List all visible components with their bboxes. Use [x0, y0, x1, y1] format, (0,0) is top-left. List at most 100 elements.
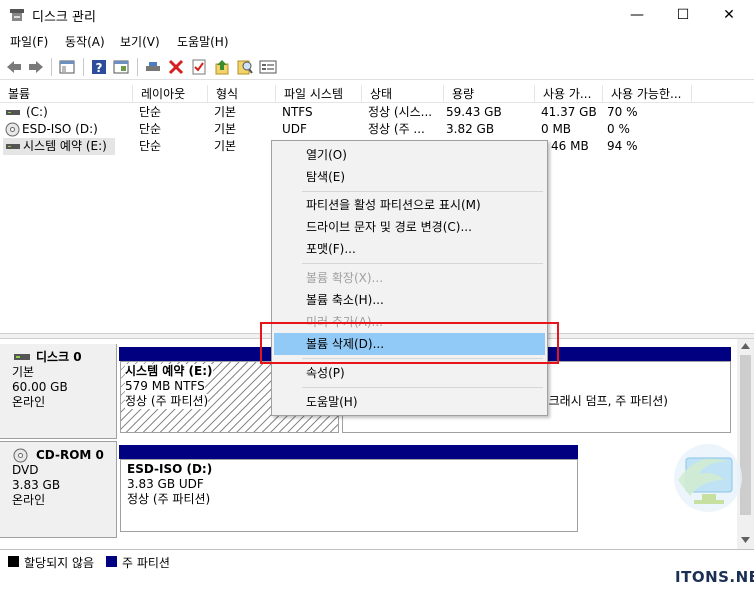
cell-percent-free: 0 % — [607, 122, 630, 136]
partition-name: 시스템 예약 (E:) — [125, 364, 213, 379]
cell-percent-free: 94 % — [607, 139, 638, 153]
disk-0-label[interactable]: 디스크 0 기본 60.00 GB 온라인 — [0, 344, 117, 439]
cell-filesystem: NTFS — [282, 105, 313, 119]
disk-type: DVD — [12, 463, 39, 477]
cell-capacity: 3.82 GB — [446, 122, 495, 136]
partition-size: 3.83 GB UDF — [127, 477, 204, 491]
menu-item-change-drive-letter[interactable]: 드라이브 문자 및 경로 변경(C)... — [274, 216, 545, 238]
disk-management-app-icon — [10, 9, 24, 21]
menu-item-shrink-volume[interactable]: 볼륨 축소(H)... — [274, 289, 545, 311]
legend-label: 주 파티션 — [122, 556, 170, 570]
menu-help[interactable]: 도움말(H) — [177, 33, 229, 50]
cell-capacity: 59.43 GB — [446, 105, 502, 119]
delete-x-icon[interactable] — [167, 58, 185, 76]
menu-item-open[interactable]: 열기(O) — [274, 144, 545, 166]
menu-separator — [302, 191, 543, 192]
cell-volume: 시스템 예약 (E:) — [23, 139, 107, 153]
connect-drive-icon[interactable] — [144, 58, 162, 76]
column-header-layout[interactable]: 레이아웃 — [133, 85, 208, 103]
settings-list-icon[interactable] — [259, 58, 277, 76]
column-header-status[interactable]: 상태 — [362, 85, 444, 103]
cell-volume: (C:) — [26, 105, 48, 119]
menu-file[interactable]: 파일(F) — [10, 33, 48, 50]
disk-size: 60.00 GB — [12, 380, 68, 394]
cell-status: 정상 (주 ... — [368, 122, 425, 136]
toolbar: ? — [0, 54, 754, 80]
menu-separator — [302, 263, 543, 264]
legend-swatch-primary — [106, 556, 117, 567]
partition-esd-iso[interactable]: ESD-ISO (D:) 3.83 GB UDF 정상 (주 파티션) — [120, 459, 578, 532]
legend-bar: 할당되지 않음 주 파티션 — [0, 549, 754, 573]
drive-icon — [6, 144, 20, 149]
menu-separator — [302, 387, 543, 388]
menu-view[interactable]: 보기(V) — [120, 33, 160, 50]
disk-state: 온라인 — [12, 395, 46, 409]
cell-status: 정상 (시스... — [368, 105, 433, 119]
back-arrow-icon[interactable] — [5, 58, 23, 76]
cell-free-space: 41.37 GB — [541, 105, 597, 119]
cell-volume: ESD-ISO (D:) — [22, 122, 98, 136]
toolbar-separator — [83, 58, 84, 76]
partition-size: 579 MB NTFS — [125, 379, 205, 394]
table-row[interactable]: ESD-ISO (D:) 단순 기본 UDF 정상 (주 ... 3.82 GB… — [0, 121, 754, 138]
legend-label: 할당되지 않음 — [24, 556, 95, 570]
disk-state: 온라인 — [12, 493, 46, 507]
drive-icon — [6, 110, 20, 115]
toolbar-separator — [137, 58, 138, 76]
toolbar-separator — [51, 58, 52, 76]
cell-free-space: 46 MB — [551, 139, 589, 153]
title-bar: 디스크 관리 — ☐ ✕ — [0, 0, 754, 30]
column-header-free-space[interactable]: 사용 가... — [535, 85, 603, 103]
minimize-button[interactable]: — — [614, 0, 660, 30]
column-header-type[interactable]: 형식 — [208, 85, 276, 103]
disk-type: 기본 — [12, 365, 35, 379]
search-icon[interactable] — [236, 58, 254, 76]
column-header-volume[interactable]: 볼륨 — [0, 85, 133, 103]
partition-status: 정상 (주 파티션) — [127, 492, 211, 506]
scroll-down-icon[interactable] — [741, 537, 750, 543]
menu-item-help[interactable]: 도움말(H) — [274, 391, 545, 413]
drive-icon — [14, 354, 30, 360]
up-arrow-icon[interactable] — [213, 58, 231, 76]
cell-layout: 단순 — [139, 105, 162, 119]
check-icon[interactable] — [190, 58, 208, 76]
annotation-highlight-box — [260, 322, 559, 364]
legend-swatch-unallocated — [8, 556, 19, 567]
cd-icon — [5, 122, 20, 137]
properties-pane-icon[interactable] — [58, 58, 76, 76]
menu-item-extend-volume[interactable]: 볼륨 확장(X)... — [274, 267, 545, 289]
scroll-up-icon[interactable] — [741, 343, 750, 349]
cd-icon — [13, 448, 28, 463]
partition-status: 정상 (주 파티션) — [125, 394, 209, 409]
table-row[interactable]: (C:) 단순 기본 NTFS 정상 (시스... 59.43 GB 41.37… — [0, 104, 754, 121]
partition-name: ESD-ISO (D:) — [127, 462, 213, 476]
menu-bar: 파일(F) 동작(A) 보기(V) 도움말(H) — [0, 30, 754, 52]
menu-item-format[interactable]: 포맷(F)... — [274, 238, 545, 260]
cell-type: 기본 — [214, 139, 237, 153]
disk-size: 3.83 GB — [12, 478, 61, 492]
column-header-capacity[interactable]: 용량 — [444, 85, 535, 103]
menu-item-mark-active[interactable]: 파티션을 활성 파티션으로 표시(M) — [274, 194, 545, 216]
column-header-filesystem[interactable]: 파일 시스템 — [276, 85, 362, 103]
forward-arrow-icon[interactable] — [27, 58, 45, 76]
cell-layout: 단순 — [139, 122, 162, 136]
column-header-percent-free[interactable]: 사용 가능한... — [603, 85, 692, 103]
volume-list-header: 볼륨 레이아웃 형식 파일 시스템 상태 용량 사용 가... 사용 가능한..… — [0, 85, 754, 103]
console-icon[interactable] — [112, 58, 130, 76]
help-icon[interactable]: ? — [90, 58, 108, 76]
cell-filesystem: UDF — [282, 122, 307, 136]
context-menu: 열기(O) 탐색(E) 파티션을 활성 파티션으로 표시(M) 드라이브 문자 … — [271, 140, 548, 416]
menu-item-properties[interactable]: 속성(P) — [274, 362, 545, 384]
cell-percent-free: 70 % — [607, 105, 638, 119]
menu-action[interactable]: 동작(A) — [65, 33, 105, 50]
cell-free-space: 0 MB — [541, 122, 572, 136]
menu-item-explore[interactable]: 탐색(E) — [274, 166, 545, 188]
svg-text:?: ? — [96, 61, 103, 75]
itons-watermark-logo-icon — [674, 444, 742, 512]
cell-type: 기본 — [214, 122, 237, 136]
cell-type: 기본 — [214, 105, 237, 119]
maximize-button[interactable]: ☐ — [660, 0, 706, 30]
cdrom-0-label[interactable]: CD-ROM 0 DVD 3.83 GB 온라인 — [0, 441, 117, 538]
window-title: 디스크 관리 — [32, 10, 96, 25]
close-button[interactable]: ✕ — [706, 0, 752, 30]
